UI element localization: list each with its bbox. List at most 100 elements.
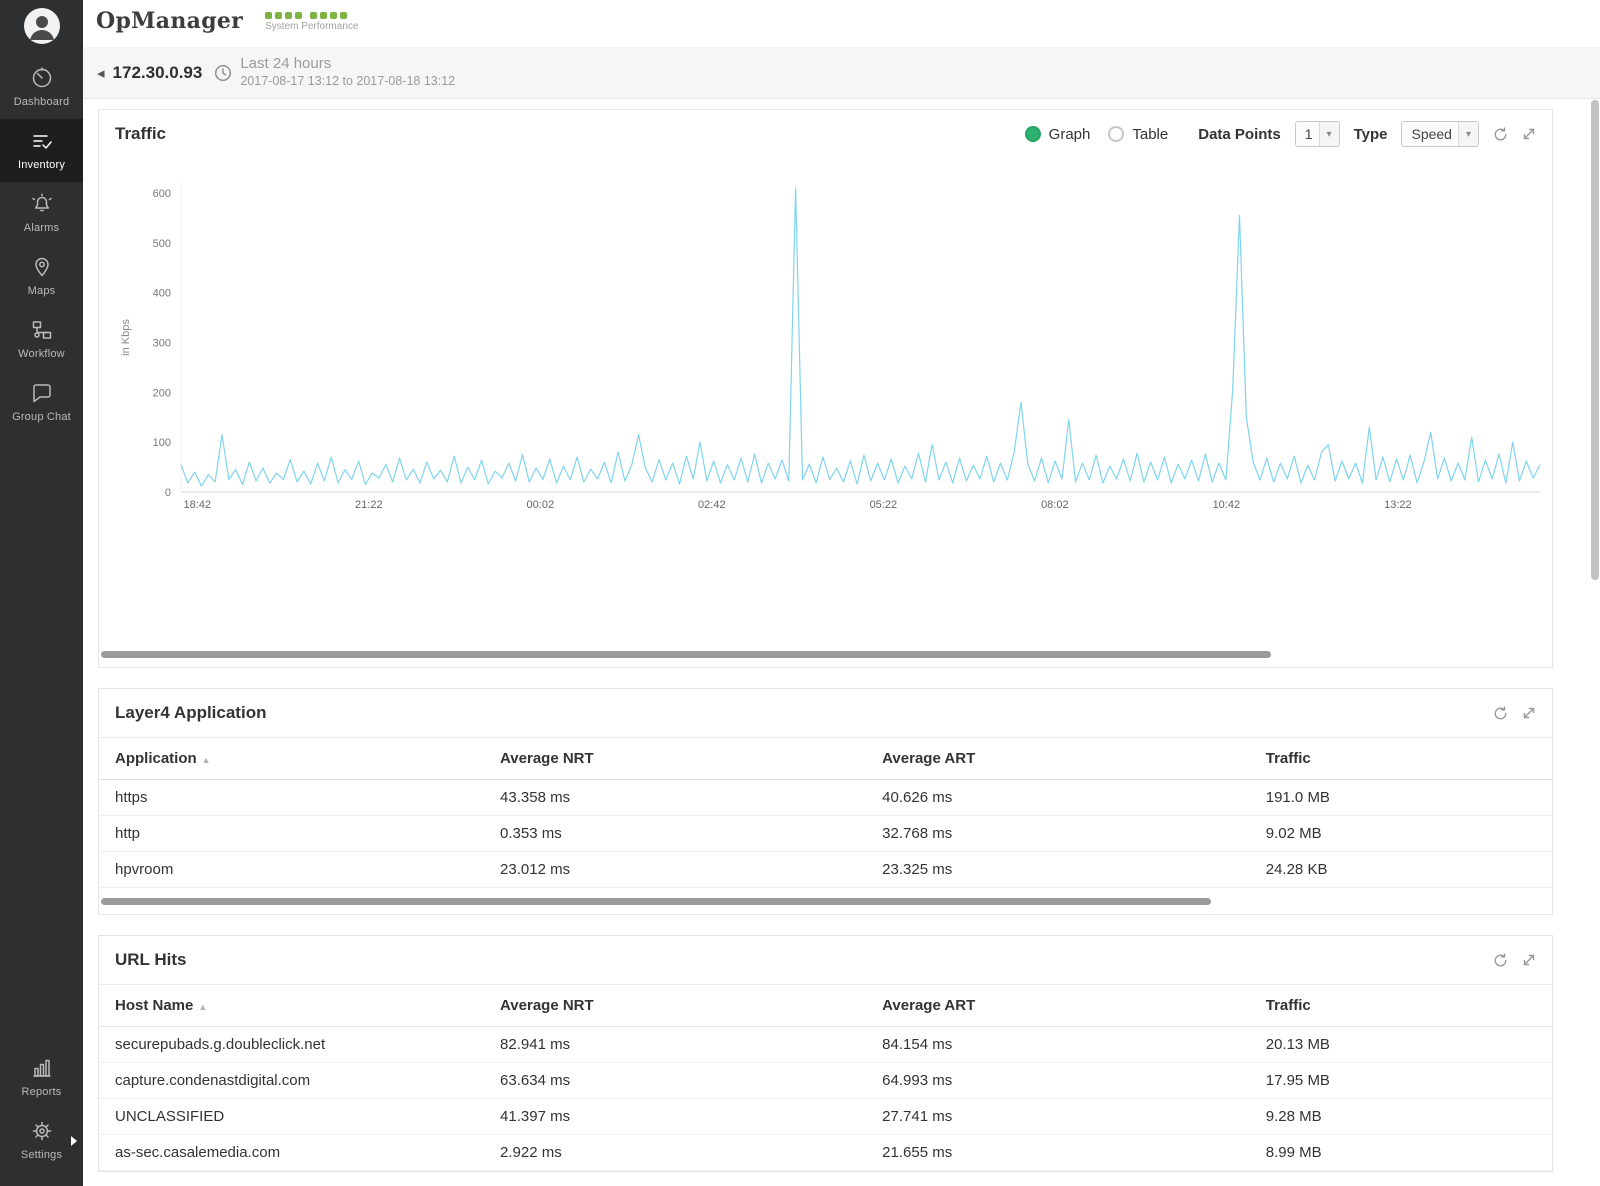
type-label: Type: [1354, 126, 1388, 143]
svg-text:02:42: 02:42: [698, 499, 726, 511]
svg-text:0: 0: [165, 487, 171, 499]
clock-icon: [214, 64, 232, 82]
sidebar-item-workflow[interactable]: Workflow: [0, 308, 83, 371]
url-hits-table: Host Name▲ Average NRT Average ART Traff…: [99, 984, 1552, 1171]
cell-avg-art: 32.768 ms: [866, 816, 1250, 852]
table-row: http 0.353 ms 32.768 ms 9.02 MB: [99, 816, 1552, 852]
device-header-bar: ◂ 172.30.0.93 Last 24 hours 2017-08-17 1…: [83, 47, 1600, 99]
svg-text:200: 200: [153, 387, 171, 399]
refresh-button[interactable]: [1493, 706, 1508, 721]
top-bar: OpManager System Performance: [83, 0, 1600, 47]
chart-filler: [99, 523, 1552, 651]
reports-icon: [30, 1056, 54, 1080]
graph-radio[interactable]: [1025, 126, 1041, 142]
column-header-traffic[interactable]: Traffic: [1250, 738, 1552, 780]
sidebar-item-group-chat[interactable]: Group Chat: [0, 371, 83, 434]
horizontal-scrollbar[interactable]: [101, 651, 1271, 658]
data-points-dropdown[interactable]: 1 ▾: [1295, 121, 1340, 147]
layer4-panel-header: Layer4 Application: [99, 689, 1552, 737]
panel-title: URL Hits: [115, 950, 186, 970]
traffic-chart-area: 0100200300400500600in Kbps18:4221:2200:0…: [99, 158, 1552, 523]
type-value: Speed: [1411, 126, 1451, 142]
cell-avg-art: 21.655 ms: [866, 1135, 1250, 1171]
sidebar-item-alarms[interactable]: Alarms: [0, 182, 83, 245]
cell-application: https: [99, 780, 484, 816]
sidebar-item-dashboard[interactable]: Dashboard: [0, 56, 83, 119]
layer4-table: Application▲ Average NRT Average ART Tra…: [99, 737, 1552, 888]
panel-title: Traffic: [115, 124, 166, 144]
svg-text:00:02: 00:02: [527, 499, 555, 511]
svg-text:in Kbps: in Kbps: [120, 319, 132, 356]
view-toggle: Graph Table: [1025, 126, 1179, 143]
table-radio-label: Table: [1132, 126, 1168, 143]
refresh-icon: [1493, 127, 1508, 142]
time-range[interactable]: Last 24 hours 2017-08-17 13:12 to 2017-0…: [240, 55, 455, 89]
cell-application: hpvroom: [99, 852, 484, 888]
sidebar-item-label: Reports: [22, 1086, 62, 1098]
back-arrow-icon[interactable]: ◂: [97, 64, 105, 82]
table-header-row: Application▲ Average NRT Average ART Tra…: [99, 738, 1552, 780]
sidebar-item-maps[interactable]: Maps: [0, 245, 83, 308]
refresh-button[interactable]: [1493, 953, 1508, 968]
performance-tagline: System Performance: [265, 21, 358, 32]
column-header-avg-nrt[interactable]: Average NRT: [484, 985, 866, 1027]
type-dropdown[interactable]: Speed ▾: [1401, 121, 1479, 147]
content-area: Traffic Graph Table Data Points 1 ▾ Type: [83, 99, 1600, 1172]
table-row: capture.condenastdigital.com 63.634 ms 6…: [99, 1063, 1552, 1099]
sidebar-item-label: Alarms: [24, 222, 59, 234]
svg-text:21:22: 21:22: [355, 499, 383, 511]
layer4-panel: Layer4 Application: [98, 688, 1553, 915]
cell-avg-nrt: 63.634 ms: [484, 1063, 866, 1099]
sidebar-item-label: Dashboard: [14, 96, 70, 108]
sidebar-item-settings[interactable]: Settings: [0, 1109, 83, 1172]
sort-asc-icon: ▲: [198, 1002, 207, 1012]
performance-dots-icon: [265, 11, 358, 19]
expand-icon: [1522, 953, 1536, 967]
cell-avg-nrt: 2.922 ms: [484, 1135, 866, 1171]
column-header-avg-art[interactable]: Average ART: [866, 738, 1250, 780]
cell-application: http: [99, 816, 484, 852]
time-range-label: Last 24 hours: [240, 55, 455, 74]
cell-avg-art: 84.154 ms: [866, 1027, 1250, 1063]
cell-host-name: as-sec.casalemedia.com: [99, 1135, 484, 1171]
sidebar-item-inventory[interactable]: Inventory: [0, 119, 83, 182]
svg-text:08:02: 08:02: [1041, 499, 1069, 511]
chevron-down-icon: ▾: [1319, 122, 1339, 146]
data-points-value: 1: [1305, 126, 1313, 142]
workflow-icon: [30, 318, 54, 342]
sidebar-item-label: Maps: [28, 285, 56, 297]
table-header-row: Host Name▲ Average NRT Average ART Traff…: [99, 985, 1552, 1027]
table-row: hpvroom 23.012 ms 23.325 ms 24.28 KB: [99, 852, 1552, 888]
table-row: UNCLASSIFIED 41.397 ms 27.741 ms 9.28 MB: [99, 1099, 1552, 1135]
device-ip: 172.30.0.93: [113, 63, 203, 83]
column-header-application[interactable]: Application▲: [99, 738, 484, 780]
map-pin-icon: [30, 255, 54, 279]
table-radio[interactable]: [1108, 126, 1124, 142]
sidebar-item-label: Settings: [21, 1149, 62, 1161]
expand-button[interactable]: [1522, 127, 1536, 141]
cell-avg-art: 23.325 ms: [866, 852, 1250, 888]
sidebar-item-label: Workflow: [18, 348, 65, 360]
app-logo: OpManager: [96, 8, 243, 34]
user-avatar[interactable]: [24, 8, 60, 44]
system-performance: System Performance: [265, 11, 358, 32]
vertical-scrollbar[interactable]: [1591, 100, 1599, 580]
refresh-icon: [1493, 706, 1508, 721]
cell-traffic: 20.13 MB: [1250, 1027, 1552, 1063]
cell-avg-nrt: 0.353 ms: [484, 816, 866, 852]
sidebar-item-label: Inventory: [18, 159, 65, 171]
column-header-avg-art[interactable]: Average ART: [866, 985, 1250, 1027]
person-icon: [24, 8, 60, 44]
refresh-button[interactable]: [1493, 127, 1508, 142]
svg-text:300: 300: [153, 337, 171, 349]
horizontal-scrollbar[interactable]: [101, 898, 1211, 905]
svg-text:100: 100: [153, 437, 171, 449]
expand-button[interactable]: [1522, 706, 1536, 720]
expand-button[interactable]: [1522, 953, 1536, 967]
column-header-traffic[interactable]: Traffic: [1250, 985, 1552, 1027]
svg-text:600: 600: [153, 188, 171, 200]
sidebar-item-reports[interactable]: Reports: [0, 1046, 83, 1109]
column-header-avg-nrt[interactable]: Average NRT: [484, 738, 866, 780]
svg-text:10:42: 10:42: [1213, 499, 1241, 511]
column-header-host-name[interactable]: Host Name▲: [99, 985, 484, 1027]
